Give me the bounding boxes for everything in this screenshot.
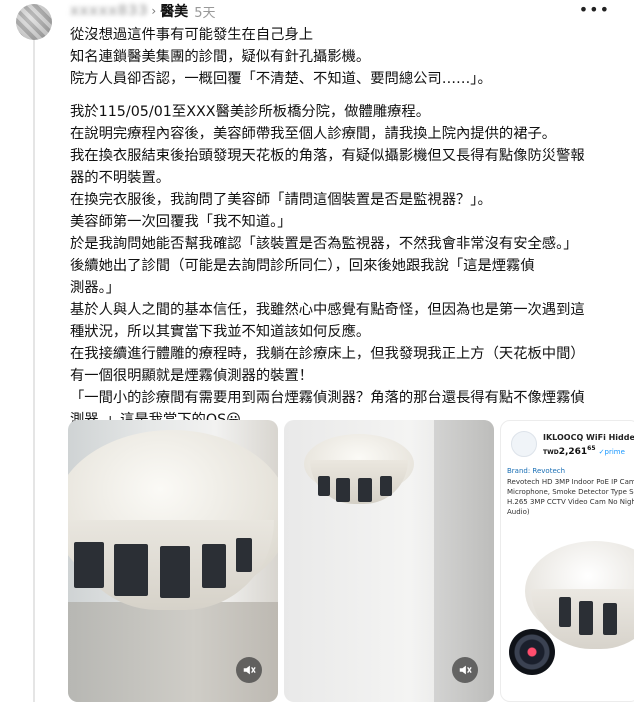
text-line: 「一間小的診療間有需要用到兩台煙霧偵測器？角落的那台還長得有點不像煙霧偵	[70, 390, 585, 406]
product-title: IKLOOCQ WiFi Hidden Sp	[543, 433, 634, 442]
more-horizontal-icon[interactable]: •••	[579, 0, 610, 19]
speaker-muted-icon[interactable]	[452, 657, 478, 683]
product-thumbnail-icon	[511, 431, 537, 457]
ceiling-device-photo-closeup[interactable]	[68, 420, 278, 702]
avatar[interactable]	[16, 4, 52, 40]
text-line: 基於人與人之間的基本信任，我雖然心中感覺有點奇怪，但因為也是第一次遇到這	[70, 302, 585, 318]
product-price: TWD2,26165 ✓prime	[543, 445, 625, 457]
username[interactable]: xxxxx833	[70, 3, 148, 19]
text-line: 有一個很明顯就是煙霧偵測器的裝置！	[70, 368, 314, 384]
post-time: 5天	[194, 5, 216, 21]
product-brand: Brand: Revotech	[507, 467, 566, 475]
product-description: Revotech HD 3MP Indoor PoE IP Cam Microp…	[507, 478, 634, 516]
text-line: 測器。」	[70, 280, 121, 296]
ceiling-device-photo-wide[interactable]	[284, 420, 494, 702]
paragraph-1: 從沒想過這件事有可能發生在自己身上 知名連鎖醫美集團的診間，疑似有針孔攝影機。 …	[70, 24, 622, 90]
text-line: 種狀況，所以其實當下我並不知道該如何反應。	[70, 324, 371, 340]
text-line: 院方人員卻否認，一概回覆「不清楚、不知道、要問總公司……」。	[70, 71, 492, 87]
camera-lens-icon	[509, 629, 555, 675]
post-body: 從沒想過這件事有可能發生在自己身上 知名連鎖醫美集團的診間，疑似有針孔攝影機。 …	[70, 24, 622, 431]
text-line: 後續她出了診間（可能是去詢問診所同仁），回來後她跟我說「這是煙霧偵	[70, 258, 535, 274]
text-line: 在說明完療程內容後，美容師帶我至個人診療間，請我換上院內提供的裙子。	[70, 126, 557, 142]
text-line: 我在換衣服結束後抬頭發現天花板的角落，有疑似攝影機但又長得有點像防災警報	[70, 148, 585, 164]
text-line: 器的不明裝置。	[70, 170, 171, 186]
text-line: 在我接續進行體雕的療程時，我躺在診療床上，但我發現我正上方（天花板中間）	[70, 346, 585, 362]
text-line: 美容師第一次回覆我「我不知道。」	[70, 214, 292, 230]
thread-line	[33, 38, 35, 702]
paragraph-2: 我於115/05/01至XXX醫美診所板橋分院，做體雕療程。 在說明完療程內容後…	[70, 101, 622, 431]
group-name[interactable]: 醫美	[160, 1, 188, 21]
chevron-right-icon: ›	[151, 4, 157, 18]
post-header: xxxxx833 › 醫美 5天	[70, 0, 215, 22]
speaker-muted-icon[interactable]	[236, 657, 262, 683]
text-line: 我於115/05/01至XXX醫美診所板橋分院，做體雕療程。	[70, 104, 431, 120]
text-line: 從沒想過這件事有可能發生在自己身上	[70, 27, 314, 43]
product-listing-screenshot[interactable]: IKLOOCQ WiFi Hidden Sp TWD2,26165 ✓prime…	[500, 420, 634, 702]
media-carousel[interactable]: IKLOOCQ WiFi Hidden Sp TWD2,26165 ✓prime…	[68, 420, 634, 702]
text-line: 知名連鎖醫美集團的診間，疑似有針孔攝影機。	[70, 49, 371, 65]
text-line: 在換完衣服後，我詢問了美容師「請問這個裝置是否是監視器？」。	[70, 192, 492, 208]
text-line: 於是我詢問她能否幫我確認「該裝置是否為監視器，不然我會非常沒有安全感。」	[70, 236, 578, 252]
